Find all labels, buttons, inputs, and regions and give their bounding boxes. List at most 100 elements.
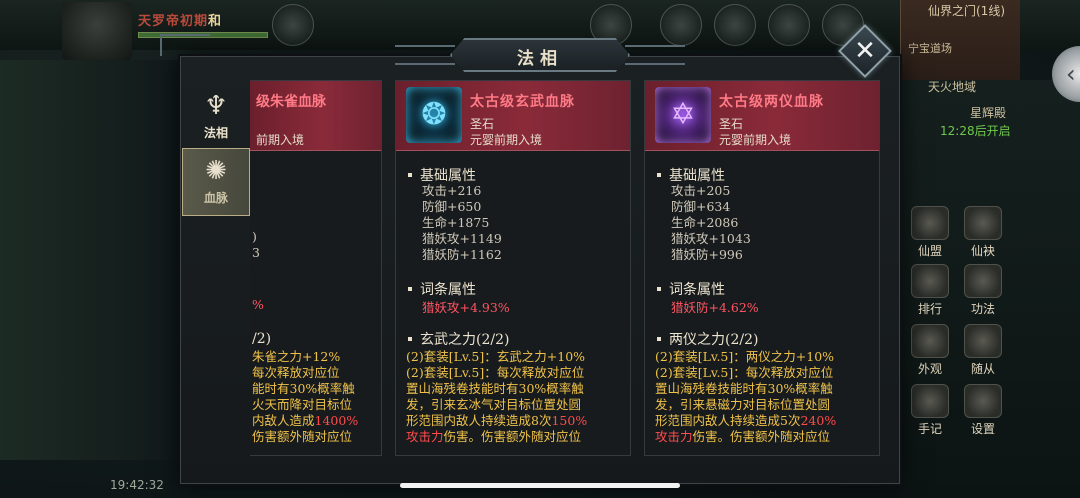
menu-label: 手记 (917, 422, 942, 436)
menu-xianmei[interactable]: 仙袂 (958, 206, 1008, 259)
set-line: 发，引来玄冰气对目标位置处圆 (406, 397, 582, 412)
game-screen: 天罗帝初期和 仙界之门(1线) 宁宝道场 天火地域 星辉殿 12:28后开启 仙… (0, 0, 1080, 498)
set-line: (2)套装[Lv.5]：每次释放对应位 (655, 365, 834, 380)
card-requirement: 元婴前期入境 (470, 133, 543, 147)
menu-shezhi[interactable]: 设置 (958, 384, 1008, 437)
card-header: ✡ 太古级两仪血脉 圣石 元婴前期入境 (645, 81, 879, 151)
menu-xianmeng[interactable]: 仙盟 (905, 206, 955, 259)
stat-line: 攻击+216 (422, 183, 482, 198)
welfare-icon[interactable] (714, 4, 756, 46)
title-wing-right (625, 45, 685, 65)
affix-line: 猎妖攻+4.93% (422, 300, 510, 315)
set-line: 朱雀之力+12% (252, 349, 341, 364)
liangyi-gem-icon: ✡ (655, 87, 711, 143)
set-line: 内敌人造成1400% (252, 413, 359, 428)
set-title: 玄武之力(2/2) (408, 329, 509, 349)
menu-waiguan[interactable]: 外观 (905, 324, 955, 377)
player-avatar[interactable] (62, 2, 132, 60)
modal-title: 法相 (517, 49, 563, 69)
tab-xuemai[interactable]: ✺ 血脉 (182, 148, 250, 216)
set-line: 攻击力伤害。伤害额外随对应位 (655, 429, 875, 445)
chevron-left-icon: ‹ (1066, 60, 1076, 88)
stat-fragment: ) (252, 229, 257, 244)
set-line: 发，引来悬磁力对目标位置处圆 (655, 397, 831, 412)
set-highlight: 攻击力 (655, 429, 693, 444)
menu-label: 设置 (970, 422, 995, 436)
bloodline-card-xuanwu[interactable]: ❂ 太古级玄武血脉 圣石 元婴前期入境 基础属性 攻击+216 防御+650 生… (395, 80, 631, 456)
player-name-part2: 初期 (180, 14, 209, 29)
set-line: (2)套装[Lv.5]：每次释放对应位 (406, 365, 585, 380)
bloodline-card-zhuque[interactable]: 级朱雀血脉 前期入境 ) 3 % /2) 朱雀之力+12% 每次释放对应位 能时… (250, 80, 382, 456)
menu-gongfa[interactable]: 功法 (958, 264, 1008, 317)
set-text: 形范围内敌人持续造成8次 (406, 413, 552, 428)
bullet-icon (657, 286, 661, 291)
card-type: 圣石 (470, 117, 495, 131)
map-subtitle: 宁宝道场 (908, 42, 952, 55)
set-title: /2) (252, 331, 272, 347)
menu-paihang[interactable]: 排行 (905, 264, 955, 317)
affix-attr-title: 词条属性 (657, 279, 725, 299)
stat-line: 猎妖攻+1149 (422, 231, 502, 246)
bullet-icon (408, 336, 412, 341)
bullet-icon (408, 172, 412, 177)
stat-line: 猎妖攻+1043 (671, 231, 751, 246)
affix-fragment: % (252, 297, 264, 312)
map-region: 天火地域 (928, 80, 977, 94)
section-title: 玄武之力(2/2) (420, 332, 510, 348)
tab-column: ♆ 法相 ✺ 血脉 (182, 84, 250, 484)
set-title: 两仪之力(2/2) (657, 329, 758, 349)
tab-label: 血脉 (203, 191, 228, 205)
bullet-icon (657, 172, 661, 177)
set-line: 形范围内敌人持续造成8次150% (406, 413, 626, 429)
set-highlight: 1400% (314, 413, 359, 428)
appearance-icon (911, 324, 949, 358)
clock: 19:42:32 (110, 478, 164, 492)
settings-icon (964, 384, 1002, 418)
close-icon[interactable]: ✕ (846, 32, 884, 70)
set-highlight: 攻击力 (406, 429, 444, 444)
stat-fragment: 3 (252, 245, 260, 260)
section-title: 词条属性 (669, 282, 725, 298)
xuanwu-gem-icon: ❂ (406, 87, 462, 143)
rune-icon: ❂ (421, 97, 447, 132)
bullet-icon (657, 336, 661, 341)
home-indicator[interactable] (400, 483, 680, 488)
follower-icon (964, 324, 1002, 358)
menu-label: 随从 (970, 362, 995, 376)
stat-line: 猎妖防+1162 (422, 247, 502, 262)
set-line: (2)套装[Lv.5]：玄武之力+10% (406, 349, 586, 364)
xianmeng-icon (911, 206, 949, 240)
set-line: 能时有30%概率触 (252, 381, 355, 396)
tab-faxiang[interactable]: ♆ 法相 (182, 84, 250, 152)
card-name: 级朱雀血脉 (256, 94, 326, 110)
set-line: (2)套装[Lv.5]：两仪之力+10% (655, 349, 835, 364)
event-timer: 12:28后开启 (940, 124, 1011, 138)
set-line: 置山海残卷技能时有30%概率触 (655, 381, 833, 396)
set-text: 形范围内敌人持续造成5次 (655, 413, 801, 428)
ranking-icon[interactable] (768, 4, 810, 46)
bloodline-card-liangyi[interactable]: ✡ 太古级两仪血脉 圣石 元婴前期入境 基础属性 攻击+205 防御+634 生… (644, 80, 880, 456)
card-header: ❂ 太古级玄武血脉 圣石 元婴前期入境 (396, 81, 630, 151)
affix-attr-title: 词条属性 (408, 279, 476, 299)
xuemai-icon: ✺ (205, 156, 227, 186)
stat-line: 攻击+205 (671, 183, 731, 198)
activity-icon[interactable] (272, 4, 314, 46)
menu-suicong[interactable]: 随从 (958, 324, 1008, 377)
section-title: 词条属性 (420, 282, 476, 298)
event-name: 星辉殿 (970, 106, 1007, 120)
card-name: 太古级玄武血脉 (470, 94, 575, 110)
player-name: 天罗帝初期和 (138, 10, 222, 29)
stat-line: 生命+1875 (422, 215, 490, 230)
set-text: 伤害。伤害额外随对应位 (692, 429, 831, 444)
menu-label: 排行 (917, 302, 942, 316)
base-attr-title: 基础属性 (408, 165, 476, 185)
menu-shouji[interactable]: 手记 (905, 384, 955, 437)
player-name-part1: 天罗帝 (138, 14, 181, 29)
hexagram-icon: ✡ (670, 97, 696, 132)
mall-icon[interactable] (660, 4, 702, 46)
set-line: 火天而降对目标位 (252, 397, 353, 412)
title-wing-left (395, 45, 455, 65)
map-title: 仙界之门(1线) (928, 4, 1005, 18)
section-title: 基础属性 (669, 168, 725, 184)
set-text: 伤害。伤害额外随对应位 (443, 429, 582, 444)
